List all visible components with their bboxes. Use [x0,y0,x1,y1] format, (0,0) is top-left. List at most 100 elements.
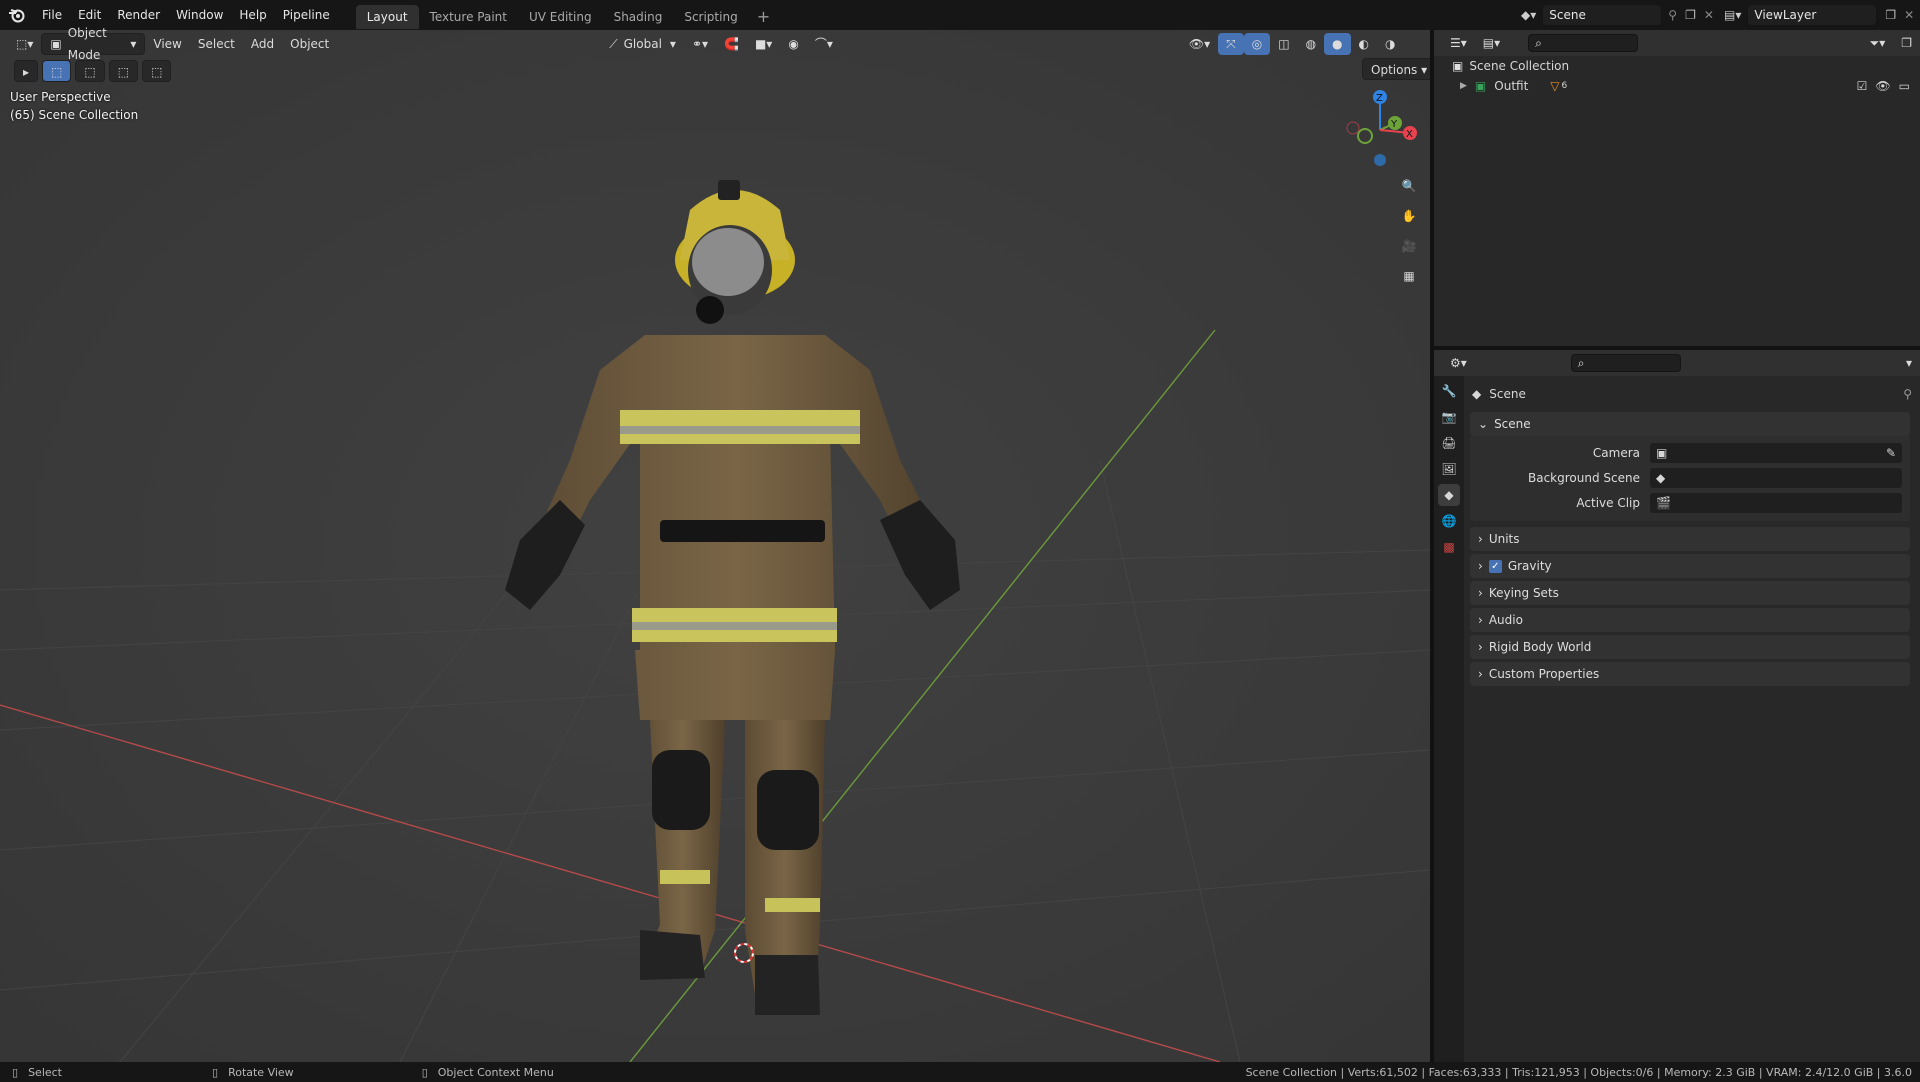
background-scene-field[interactable]: ◆ [1650,467,1902,488]
perspective-label: User Perspective [10,90,111,104]
pin-icon[interactable]: ⚲ [1903,387,1912,401]
menu-select[interactable]: Select [190,33,243,55]
units-panel[interactable]: › Units [1470,527,1910,551]
properties-editor-icon[interactable]: ⚙▾ [1442,352,1475,374]
delete-scene-icon[interactable]: ✕ [1704,8,1714,22]
rigid-body-world-panel[interactable]: › Rigid Body World [1470,635,1910,659]
keying-sets-panel[interactable]: › Keying Sets [1470,581,1910,605]
wireframe-shading-icon[interactable]: ◍ [1298,33,1324,55]
tab-texture-paint[interactable]: Texture Paint [419,5,518,29]
zoom-icon[interactable]: 🔍 [1395,172,1423,200]
menu-object[interactable]: Object [282,33,337,55]
snap-target-icon[interactable]: ■▾ [747,33,780,55]
blender-logo-icon[interactable] [0,0,34,30]
view-layer-tab-icon[interactable]: 🖼 [1438,458,1460,480]
new-collection-icon[interactable]: ❐ [1893,32,1920,54]
chevron-right-icon: › [1478,559,1483,573]
chevron-right-icon: › [1478,640,1483,654]
select-box-subtract-icon[interactable]: ⬚ [108,60,139,82]
scene-icon[interactable]: ◆▾ [1521,8,1536,22]
delete-view-layer-icon[interactable]: ✕ [1904,8,1914,22]
gizmo-toggle-icon[interactable]: ⤧ [1218,33,1244,55]
tab-scripting[interactable]: Scripting [673,5,748,29]
scene-icon: ◆ [1472,387,1482,401]
camera-object-icon: ▣ [1656,445,1668,460]
visibility-icon[interactable]: 👁▾ [1181,33,1218,55]
view-layer-selector[interactable]: ▤▾ ViewLayer ❐ ✕ [1724,3,1914,27]
select-box-invert-icon[interactable]: ⬚ [142,60,172,82]
tool-tab-icon[interactable]: 🔧 [1438,380,1460,402]
pin-icon[interactable]: ⚲ [1668,8,1677,22]
monitor-icon[interactable]: ▭ [1899,79,1910,93]
properties-context: ◆ Scene ⚲ [1472,384,1912,404]
view-layer-icon[interactable]: ▤▾ [1724,8,1741,22]
menu-view[interactable]: View [145,33,189,55]
mouse-middle-icon: ▯ [212,1065,219,1079]
texture-tab-icon[interactable]: ▩ [1438,536,1460,558]
render-tab-icon[interactable]: 📷 [1438,406,1460,428]
gravity-checkbox[interactable]: ✓ [1488,559,1502,573]
proportional-edit-icon[interactable]: ◉ [780,33,806,55]
add-workspace-button[interactable]: + [749,5,778,29]
camera-view-icon[interactable]: 🎥 [1395,232,1423,260]
filter-icon[interactable]: ⏷▾ [1862,32,1894,54]
scene-tab-icon[interactable]: ◆ [1438,484,1460,506]
world-tab-icon[interactable]: 🌐 [1438,510,1460,532]
disclosure-triangle-icon[interactable]: ▶ [1460,81,1467,91]
custom-properties-panel[interactable]: › Custom Properties [1470,662,1910,686]
pan-hand-icon[interactable]: ✋ [1395,202,1423,230]
menu-file[interactable]: File [34,0,70,30]
options-dropdown[interactable]: Options ▾ [1362,58,1437,80]
3d-viewport[interactable] [0,30,1430,1062]
audio-panel[interactable]: › Audio [1470,608,1910,632]
outliner-search-input[interactable]: ⌕ [1528,34,1639,52]
active-clip-field[interactable]: 🎬 [1650,492,1902,513]
camera-field[interactable]: ▣ ✎ [1650,442,1902,463]
scene-name-field[interactable]: Scene [1542,4,1663,26]
falloff-icon[interactable]: ⌒▾ [807,33,841,55]
overlay-toggle-icon[interactable]: ◎ [1243,33,1271,55]
output-tab-icon[interactable]: 🖨 [1438,432,1460,454]
scene-panel-header[interactable]: ⌄ Scene [1470,412,1910,436]
collection-icon: ▣ [1474,79,1487,93]
select-box-new-icon[interactable]: ⬚ [42,60,72,82]
exclude-checkbox[interactable]: ☑ [1857,79,1868,93]
display-mode-icon[interactable]: ▤▾ [1475,32,1508,54]
menu-help[interactable]: Help [231,0,274,30]
solid-shading-icon[interactable]: ● [1324,33,1351,55]
properties-search-input[interactable]: ⌕ [1570,354,1681,372]
navigation-gizmo[interactable]: Z Y X [1335,85,1425,175]
mode-dropdown[interactable]: ▣ Object Mode ▾ [41,26,146,62]
menu-add[interactable]: Add [243,33,282,55]
tab-shading[interactable]: Shading [603,5,674,29]
select-tool-icon[interactable]: ▸ [14,60,39,82]
snap-icon[interactable]: 🧲 [716,33,747,55]
ortho-grid-icon[interactable]: ▦ [1395,262,1423,290]
select-box-extend-icon[interactable]: ⬚ [75,60,105,82]
view-layer-field[interactable]: ViewLayer [1747,4,1878,26]
outliner-row-scene-collection[interactable]: ▣ Scene Collection [1452,57,1569,75]
scene-selector[interactable]: ◆▾ Scene ⚲ ❐ ✕ [1521,3,1731,27]
menu-pipeline[interactable]: Pipeline [275,0,338,30]
status-context-hint: Object Context Menu [437,1065,554,1079]
new-view-layer-icon[interactable]: ❐ [1885,8,1896,22]
eye-icon[interactable]: 👁 [1875,79,1890,93]
chevron-right-icon: › [1478,532,1483,546]
status-select-hint: Select [28,1065,62,1079]
outliner-editor-icon[interactable]: ☰▾ [1442,32,1475,54]
tab-layout[interactable]: Layout [355,5,419,29]
pivot-icon[interactable]: ⚭▾ [684,33,716,55]
material-shading-icon[interactable]: ◐ [1351,33,1377,55]
menu-window[interactable]: Window [168,0,231,30]
outliner-row-outfit[interactable]: ▶ ▣ Outfit ▽ 6 ☑ 👁 ▭ [1460,77,1910,95]
xray-icon[interactable]: ◫ [1270,33,1297,55]
mouse-left-icon: ▯ [12,1065,19,1079]
rendered-shading-icon[interactable]: ◑ [1377,33,1403,55]
transform-orientation-dropdown[interactable]: ⟋ Global ▾ [601,33,684,55]
gravity-panel[interactable]: › ✓ Gravity [1470,554,1910,578]
new-scene-icon[interactable]: ❐ [1685,8,1696,22]
eyedropper-icon[interactable]: ✎ [1886,446,1896,460]
editor-type-icon[interactable]: ⬚▾ [8,33,41,55]
tab-uv-editing[interactable]: UV Editing [518,5,603,29]
chevron-down-icon[interactable]: ▾ [1898,352,1920,374]
